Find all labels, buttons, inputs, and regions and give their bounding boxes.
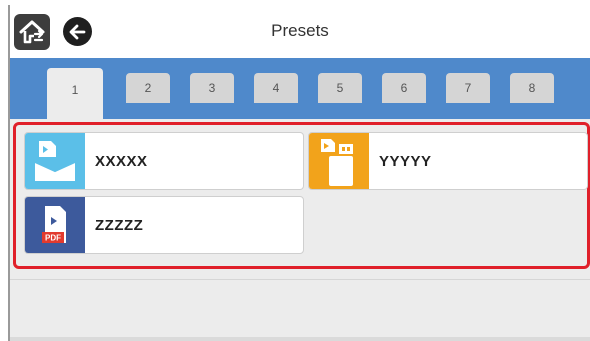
preset-button-3[interactable]: PDF ZZZZZ	[24, 196, 304, 254]
pdf-document-icon: PDF	[25, 197, 85, 253]
page-title: Presets	[271, 21, 329, 40]
tab-6[interactable]: 6	[382, 73, 426, 103]
tab-3[interactable]: 3	[190, 73, 234, 103]
preset-label-3: ZZZZZ	[95, 217, 144, 234]
presets-screen: Presets 1 2 3 4 5 6 7 8 XXXXX YYYYY PDF …	[8, 5, 590, 341]
preset-list-area: XXXXX YYYYY PDF ZZZZZ	[10, 119, 590, 341]
preset-label-2: YYYYY	[379, 153, 432, 170]
tab-2[interactable]: 2	[126, 73, 170, 103]
scan-to-memory-device-icon	[309, 133, 369, 189]
preset-label-1: XXXXX	[95, 153, 148, 170]
tab-8[interactable]: 8	[510, 73, 554, 103]
tab-1[interactable]: 1	[47, 68, 103, 119]
svg-text:PDF: PDF	[45, 234, 61, 243]
header-bar: Presets	[10, 5, 590, 58]
preset-tab-bar: 1 2 3 4 5 6 7 8	[10, 58, 590, 119]
tab-5[interactable]: 5	[318, 73, 362, 103]
footer-strip	[10, 337, 590, 341]
tab-4[interactable]: 4	[254, 73, 298, 103]
preset-button-2[interactable]: YYYYY	[308, 132, 588, 190]
divider	[10, 279, 590, 280]
preset-button-1[interactable]: XXXXX	[24, 132, 304, 190]
tab-7[interactable]: 7	[446, 73, 490, 103]
scan-to-email-icon	[25, 133, 85, 189]
